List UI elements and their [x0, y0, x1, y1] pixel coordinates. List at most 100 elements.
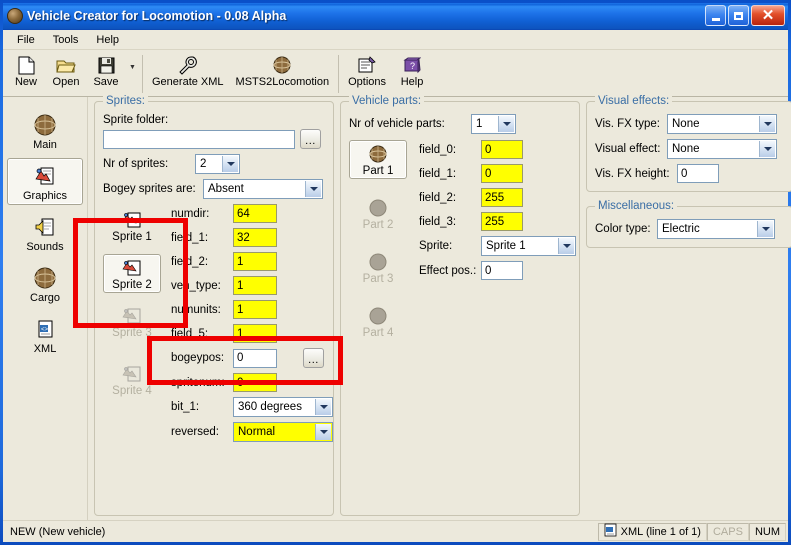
new-button[interactable]: New [6, 52, 46, 96]
vehicle-parts-group: Vehicle parts: Nr of vehicle parts: 1 Pa… [340, 95, 580, 516]
toolbar-file-group: New Open Save ▼ [6, 52, 139, 96]
sprite-item-1[interactable]: Sprite 1 [103, 206, 161, 245]
spritenum-input[interactable]: 0 [233, 373, 277, 392]
sprite-folder-browse-button[interactable]: ... [300, 129, 321, 149]
part-field-row-0: field_0: 0 [419, 140, 576, 159]
numunits-input[interactable]: 1 [233, 300, 277, 319]
maximize-button[interactable] [728, 5, 749, 26]
app-icon [7, 8, 23, 24]
msts2locomotion-button[interactable]: MSTS2Locomotion [230, 52, 336, 96]
chevron-down-icon[interactable] [315, 399, 331, 415]
sprite-icon [122, 305, 142, 327]
part-list: Part 1 Part 2 Part 3 Part 4 [349, 140, 411, 341]
sprite-folder-label: Sprite folder: [103, 114, 169, 126]
sidebar-item-cargo[interactable]: Cargo [7, 260, 83, 307]
options-button[interactable]: Options [342, 52, 392, 96]
vis-fx-type-value: None [672, 118, 700, 130]
nr-of-parts-select[interactable]: 1 [471, 114, 516, 134]
generate-xml-button[interactable]: Generate XML [146, 52, 230, 96]
visual-effect-select[interactable]: None [667, 139, 777, 159]
bogeypos-browse-button[interactable]: ... [303, 348, 324, 368]
part-field-3-label: field_3: [419, 215, 457, 228]
chevron-down-icon[interactable] [759, 141, 775, 157]
sprite-icon [122, 209, 142, 231]
sprite-item-2[interactable]: Sprite 2 [103, 254, 161, 293]
part-field-0-label: field_0: [419, 143, 457, 156]
nr-of-sprites-select[interactable]: 2 [195, 154, 240, 174]
bogey-sprites-select[interactable]: Absent [203, 179, 323, 199]
field-row-numdir: numdir: 64 [171, 204, 333, 223]
part-sprite-select[interactable]: Sprite 1 [481, 236, 576, 256]
visual-effects-group: Visual effects: Vis. FX type: None Visua… [586, 95, 791, 192]
nr-of-parts-value: 1 [476, 118, 483, 130]
menu-help[interactable]: Help [88, 32, 127, 48]
numdir-input[interactable]: 64 [233, 204, 277, 223]
part-field-3-input[interactable]: 255 [481, 212, 523, 231]
part-item-4-label: Part 4 [362, 327, 394, 339]
reversed-select[interactable]: Normal [233, 422, 333, 442]
menu-tools[interactable]: Tools [45, 32, 87, 48]
nr-of-sprites-label: Nr of sprites: [103, 158, 169, 170]
sprite-folder-input[interactable] [103, 129, 295, 149]
field-row-vehtype: veh_type: 1 [171, 276, 333, 295]
bogey-sprites-row: Bogey sprites are: Absent [103, 179, 325, 199]
veh-type-input[interactable]: 1 [233, 276, 277, 295]
xml-icon [604, 523, 617, 540]
close-button[interactable]: ✕ [751, 5, 785, 26]
vis-fx-type-row: Vis. FX type: None [595, 114, 784, 134]
bogeypos-input[interactable]: 0 [233, 348, 277, 368]
chevron-down-icon[interactable] [222, 156, 238, 172]
status-message: NEW (New vehicle) [10, 525, 106, 538]
vis-fx-type-select[interactable]: None [667, 114, 777, 134]
chevron-down-icon[interactable] [757, 221, 773, 237]
chevron-down-icon[interactable] [498, 116, 514, 132]
sidebar-item-sounds[interactable]: Sounds [7, 209, 83, 256]
sidebar-item-graphics[interactable]: Graphics [7, 158, 83, 205]
color-type-select[interactable]: Electric [657, 219, 775, 239]
field-row-reversed: reversed: Normal [171, 422, 333, 442]
svg-text:?: ? [410, 61, 415, 71]
field-5-input[interactable]: 1 [233, 324, 277, 343]
visual-effect-label: Visual effect: [595, 143, 661, 155]
part-field-2-input[interactable]: 255 [481, 188, 523, 207]
save-button-label: Save [93, 76, 119, 88]
menu-file[interactable]: File [9, 32, 43, 48]
chevron-down-icon[interactable] [315, 424, 331, 440]
minimize-button[interactable] [705, 5, 726, 26]
part-field-0-input[interactable]: 0 [481, 140, 523, 159]
part-effect-pos-input[interactable]: 0 [481, 261, 523, 280]
chevron-down-icon: ▼ [129, 63, 136, 71]
visual-effect-row: Visual effect: None [595, 139, 784, 159]
chevron-down-icon[interactable] [305, 181, 321, 197]
bit-1-select[interactable]: 360 degrees [233, 397, 333, 417]
main-body: Main Graphics Sounds Cargo <> XML Sprite… [3, 95, 791, 520]
field-2-input[interactable]: 1 [233, 252, 277, 271]
options-properties-icon [358, 54, 377, 76]
color-type-value: Electric [662, 223, 700, 235]
chevron-down-icon[interactable] [558, 238, 574, 254]
menu-bar: File Tools Help [3, 30, 788, 50]
sprite-icon [122, 257, 142, 279]
save-button[interactable]: Save [86, 52, 126, 96]
chevron-down-icon[interactable] [759, 116, 775, 132]
sidebar-item-main[interactable]: Main [7, 107, 83, 154]
field-row-spritenum: spritenum: 0 [171, 373, 333, 392]
new-button-label: New [14, 76, 37, 88]
toolbar-separator [142, 55, 143, 93]
part-item-2-label: Part 2 [362, 219, 394, 231]
field-1-input[interactable]: 32 [233, 228, 277, 247]
window-title: Vehicle Creator for Locomotion - 0.08 Al… [27, 9, 287, 23]
sprite-item-2-label: Sprite 2 [112, 279, 152, 291]
bit-1-value: 360 degrees [238, 401, 302, 413]
open-button-label: Open [52, 76, 80, 88]
bogey-sprites-value: Absent [208, 183, 244, 195]
disabled-sphere-icon [369, 197, 387, 219]
save-dropdown-button[interactable]: ▼ [126, 52, 139, 96]
part-field-1-input[interactable]: 0 [481, 164, 523, 183]
application-window: Vehicle Creator for Locomotion - 0.08 Al… [0, 0, 791, 545]
help-button[interactable]: ? Help [392, 52, 432, 96]
sidebar-item-xml[interactable]: <> XML [7, 311, 83, 358]
part-item-1[interactable]: Part 1 [349, 140, 407, 179]
open-button[interactable]: Open [46, 52, 86, 96]
vis-fx-height-input[interactable]: 0 [677, 164, 719, 183]
